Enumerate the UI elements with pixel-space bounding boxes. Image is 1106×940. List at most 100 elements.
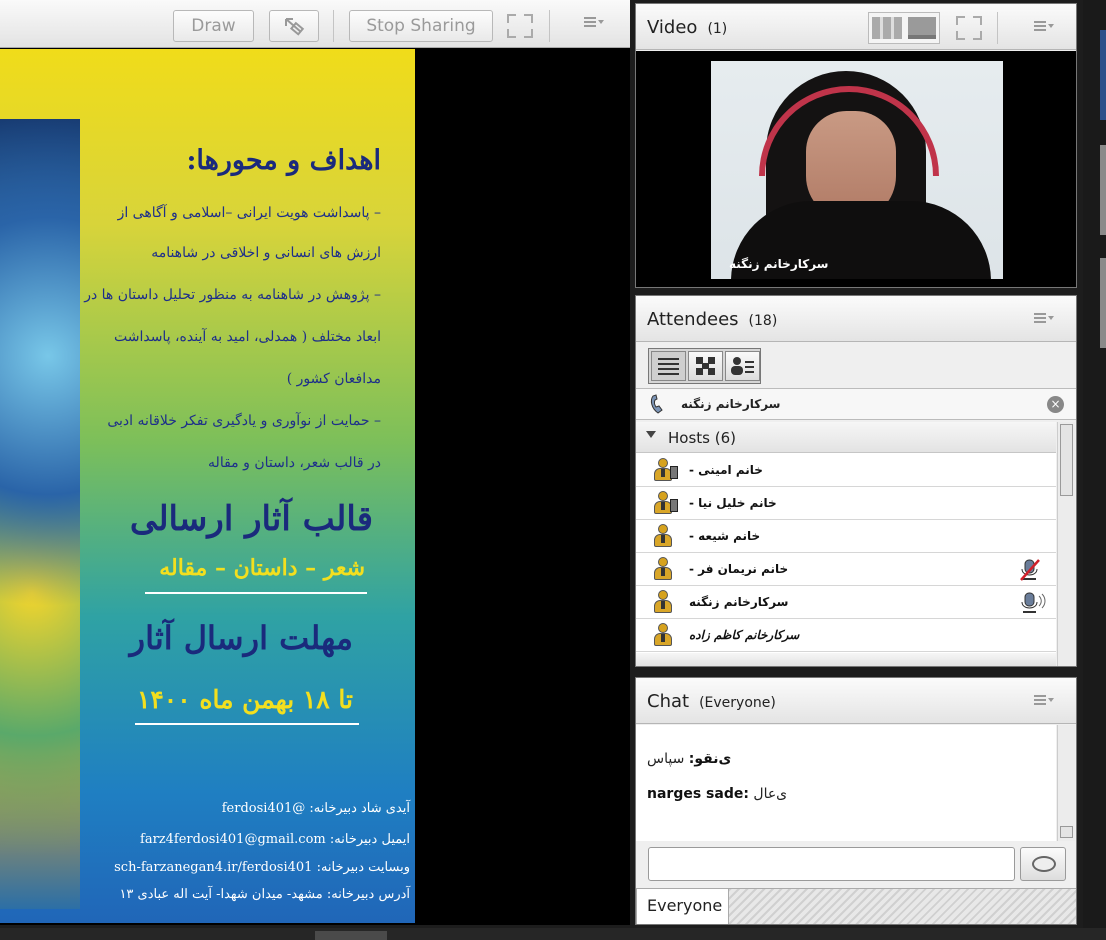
chat-pod-title: Chat (Everyone) bbox=[647, 691, 776, 712]
side-tab[interactable] bbox=[1100, 30, 1106, 120]
video-pod-header: Video (1) bbox=[636, 4, 1076, 50]
collapse-icon[interactable] bbox=[646, 431, 656, 443]
poster-line: – حمایت از نوآوری و یادگیری تفکر خلاقانه… bbox=[107, 413, 381, 429]
poster-line: مدافعان کشور ) bbox=[286, 371, 381, 387]
header-divider bbox=[997, 12, 998, 44]
poster-footer-email: ایمیل دبیرخانه: farz4ferdosi401@gmail.co… bbox=[140, 832, 410, 847]
toolbar-divider bbox=[549, 10, 550, 42]
host-icon bbox=[652, 590, 674, 614]
underline bbox=[135, 723, 359, 725]
format-items: شعر – داستان – مقاله bbox=[159, 555, 365, 581]
host-icon bbox=[652, 623, 674, 647]
toolbar-divider bbox=[333, 10, 334, 42]
send-message-button[interactable] bbox=[1020, 847, 1066, 881]
attendee-row[interactable]: سرکارخانم زنگنه bbox=[636, 586, 1056, 619]
pointer-icon bbox=[285, 18, 305, 36]
attendee-name: خانم نریمان فر - bbox=[689, 562, 789, 576]
poster-footer-shad: آیدی شاد دبیرخانه: @ferdosi401 bbox=[221, 801, 410, 816]
active-speaker-name: سرکارخانم زنگنه bbox=[681, 397, 781, 411]
attendee-list: Hosts (6) خانم امینی - خانم خلیل نیا - خ… bbox=[636, 422, 1056, 666]
speech-bubble-icon bbox=[1032, 856, 1056, 872]
underline bbox=[145, 592, 367, 594]
fullscreen-icon[interactable] bbox=[956, 16, 982, 40]
list-view-icon[interactable] bbox=[651, 351, 686, 381]
grid-layout-icon[interactable] bbox=[872, 17, 902, 39]
attendee-name: خانم امینی - bbox=[689, 463, 763, 477]
chat-message: ی‌نقو: سپاس bbox=[647, 751, 732, 767]
shared-poster: اهداف و محورها: – پاسداشت هویت ایرانی –ا… bbox=[0, 49, 415, 923]
poster-line: – پژوهش در شاهنامه به منظور تحلیل داستان… bbox=[84, 287, 381, 303]
attendees-pod: Attendees (18) سرکارخانم زنگنه × Hosts (6… bbox=[635, 295, 1077, 667]
bottom-scrollbar[interactable] bbox=[0, 928, 1106, 940]
poster-heading: اهداف و محورها: bbox=[186, 145, 381, 176]
poster-line: در قالب شعر، داستان و مقاله bbox=[208, 455, 381, 471]
attendees-pod-title: Attendees (18) bbox=[647, 309, 778, 330]
attendee-name: خانم شیعه - bbox=[689, 529, 761, 543]
scroll-thumb[interactable] bbox=[315, 931, 387, 940]
right-side-panel bbox=[1083, 0, 1106, 940]
chat-scrollbar[interactable] bbox=[1057, 725, 1075, 841]
recipient-tab-strip bbox=[729, 888, 1076, 924]
draw-button[interactable]: Draw bbox=[173, 10, 254, 42]
attendee-view-toolbar bbox=[648, 348, 761, 384]
attendee-scrollbar[interactable] bbox=[1057, 422, 1075, 666]
webcam-name-label: سرکارخانم زنگنه bbox=[729, 257, 829, 271]
webcam-feed: سرکارخانم زنگنه bbox=[711, 61, 1003, 279]
hosts-group-label: Hosts (6) bbox=[668, 429, 736, 447]
attendee-name: سرکارخانم کاظم زاده bbox=[689, 628, 800, 642]
stop-sharing-button[interactable]: Stop Sharing bbox=[349, 10, 493, 42]
host-icon bbox=[652, 524, 674, 548]
close-icon[interactable]: × bbox=[1047, 396, 1064, 413]
poster-footer-website: وبسایت دبیرخانه: sch-farzanegan4.ir/ferd… bbox=[114, 860, 410, 875]
video-area: سرکارخانم زنگنه bbox=[636, 51, 1076, 287]
share-pod-menu-icon[interactable] bbox=[584, 17, 606, 29]
hosts-group-header[interactable]: Hosts (6) bbox=[636, 422, 1056, 453]
video-layout-toggle[interactable] bbox=[868, 12, 940, 44]
side-tab[interactable] bbox=[1100, 258, 1106, 348]
chat-pod-menu-icon[interactable] bbox=[1034, 695, 1056, 707]
phone-icon bbox=[670, 499, 678, 512]
poster-line: ارزش های انسانی و اخلاقی در شاهنامه bbox=[151, 245, 381, 261]
attendee-row[interactable]: خانم خلیل نیا - bbox=[636, 487, 1056, 520]
phone-icon bbox=[670, 466, 678, 479]
recipient-tab-everyone[interactable]: Everyone bbox=[636, 888, 729, 924]
attendee-name: خانم خلیل نیا - bbox=[689, 496, 777, 510]
attendee-row[interactable]: سرکارخانم کاظم زاده bbox=[636, 619, 1056, 652]
phone-icon bbox=[650, 394, 663, 414]
chat-messages: ی‌نقو: سپاس narges sade: ی‌عال bbox=[636, 725, 1056, 841]
pointer-button[interactable] bbox=[269, 10, 319, 42]
chat-input[interactable] bbox=[648, 847, 1015, 881]
scroll-thumb[interactable] bbox=[1060, 424, 1073, 496]
video-pod: Video (1) سرکارخانم زنگنه bbox=[635, 3, 1077, 288]
poster-artwork bbox=[0, 119, 80, 909]
deadline-title: مهلت ارسال آثار bbox=[129, 619, 353, 657]
presenters-group-header[interactable] bbox=[636, 653, 1056, 666]
active-speaker-row: سرکارخانم زنگنه × bbox=[636, 388, 1076, 420]
attendee-row[interactable]: خانم نریمان فر - bbox=[636, 553, 1056, 586]
share-toolbar: Draw Stop Sharing bbox=[0, 0, 630, 48]
attendee-name: سرکارخانم زنگنه bbox=[689, 595, 789, 609]
deadline-date: تا ۱۸ بهمن ماه ۱۴۰۰ bbox=[136, 685, 353, 714]
breakout-view-icon[interactable] bbox=[725, 351, 760, 381]
scroll-thumb[interactable] bbox=[1060, 826, 1073, 838]
chat-pod-header: Chat (Everyone) bbox=[636, 678, 1076, 724]
attendee-row[interactable]: خانم شیعه - bbox=[636, 520, 1056, 553]
attendee-row[interactable]: خانم امینی - bbox=[636, 454, 1056, 487]
attendees-pod-header: Attendees (18) bbox=[636, 296, 1076, 342]
status-view-icon[interactable] bbox=[688, 351, 723, 381]
format-title: قالب آثار ارسالی bbox=[129, 499, 373, 539]
poster-line: – پاسداشت هویت ایرانی –اسلامی و آگاهی از bbox=[117, 205, 381, 221]
poster-footer-address: آدرس دبیرخانه: مشهد- میدان شهدا- آیت اله… bbox=[119, 887, 410, 902]
single-layout-icon[interactable] bbox=[908, 17, 936, 39]
mic-muted-icon[interactable] bbox=[1019, 558, 1041, 582]
poster-line: ابعاد مختلف ( همدلی، امید به آینده، پاسد… bbox=[113, 329, 381, 345]
chat-pod: Chat (Everyone) ی‌نقو: سپاس narges sade: … bbox=[635, 677, 1077, 925]
video-pod-menu-icon[interactable] bbox=[1034, 21, 1056, 33]
fullscreen-icon[interactable] bbox=[507, 14, 533, 38]
host-icon bbox=[652, 557, 674, 581]
share-pod: Draw Stop Sharing اهداف و محورها: – پاسد… bbox=[0, 0, 630, 925]
attendees-pod-menu-icon[interactable] bbox=[1034, 313, 1056, 325]
side-tab[interactable] bbox=[1100, 145, 1106, 235]
mic-speaking-icon[interactable] bbox=[1019, 591, 1047, 615]
chat-message: narges sade: ی‌عال bbox=[647, 786, 788, 802]
